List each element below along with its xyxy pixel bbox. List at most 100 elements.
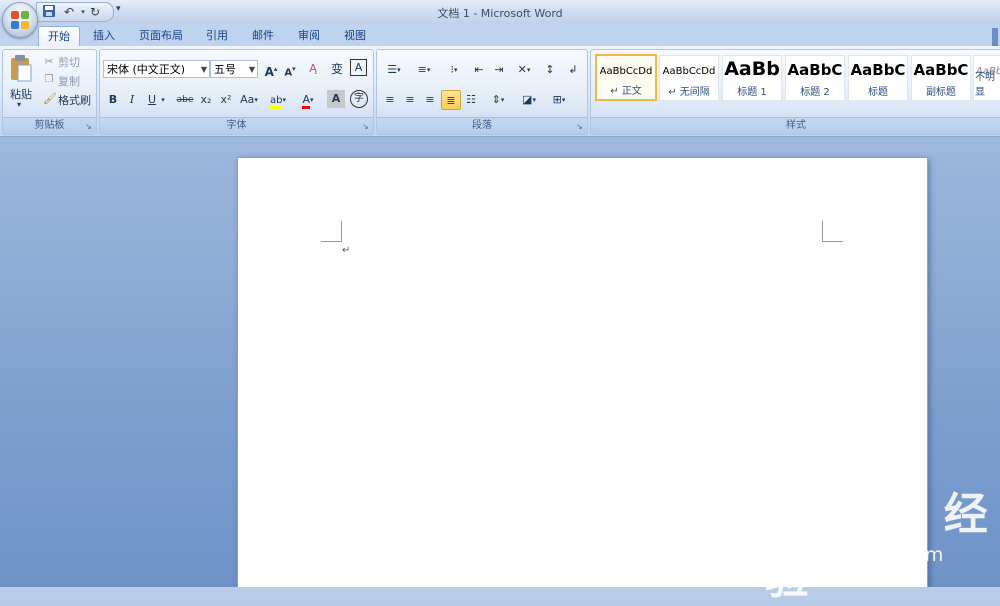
line-spacing-icon[interactable]: ⇕▾ [484,90,512,110]
distributed-icon[interactable]: ☷ [461,90,481,110]
character-shading-button[interactable]: A [327,90,345,108]
margin-corner-top-right [822,221,843,242]
save-icon[interactable] [41,4,57,20]
quick-access-toolbar: ↶ ▾ ↻ [36,2,114,22]
style-heading-2[interactable]: AaBbC 标题 2 [785,55,845,101]
paragraph-mark: ↵ [342,245,351,256]
decrease-indent-icon[interactable]: ⇤ [469,60,489,80]
clear-format-icon[interactable]: Ą [303,59,323,79]
character-shading-label: A [331,92,341,105]
help-button[interactable] [992,28,998,46]
customize-qat-icon[interactable]: ▾ [116,4,121,14]
phonetic-guide-label: 变 [330,62,343,76]
superscript-button[interactable]: x² [216,90,236,110]
borders-icon[interactable]: ⊞▾ [545,90,573,110]
style-sample: AaBbC [913,61,969,79]
sort-icon[interactable]: ↕ [540,60,560,80]
tab-insert[interactable]: 插入 [84,26,124,46]
paragraph-group: ☰▾ ≡▾ ⁝▾ ⇤ ⇥ ✕▾ ↕ ↲ ≡ ≡ ≡ ≣ ☷ ⇕▾ ◪▾ ⊞▾ 段… [376,49,588,135]
paragraph-group-label: 段落 [377,117,587,134]
cut-button[interactable]: 剪切 [58,54,80,70]
multilevel-list-icon[interactable]: ⁝▾ [440,60,468,80]
strikethrough-button[interactable]: abe [173,90,197,110]
margin-corner-top-left [321,221,342,242]
style-sample: AaBb [724,58,780,80]
font-color-label: A [302,93,310,109]
align-left-icon[interactable]: ≡ [380,90,400,110]
enclose-character-label: 字 [354,93,364,104]
italic-label: I [129,93,135,106]
style-heading-1[interactable]: AaBb 标题 1 [722,55,782,101]
font-size-combo[interactable]: 五号 ▼ [210,60,258,78]
style-title[interactable]: AaBbC 标题 [848,55,908,101]
font-name-value: 宋体 (中文正文) [107,63,186,76]
watermark-url: jingyan.baidu.com [768,544,944,566]
tab-view[interactable]: 视图 [335,26,375,46]
grow-font-label: A [264,65,274,79]
tab-review[interactable]: 审阅 [289,26,329,46]
change-case-button[interactable]: Aa▾ [236,90,262,110]
office-logo-icon [11,11,29,29]
justify-icon[interactable]: ≣ [441,90,461,110]
style-sample: AaBbC [850,61,906,79]
shrink-font-label: A [284,67,293,79]
style-subtitle[interactable]: AaBbC 副标题 [911,55,971,101]
shading-icon[interactable]: ◪▾ [515,90,543,110]
bold-button[interactable]: B [103,90,123,110]
style-sample: AaBbC [787,61,843,79]
character-border-button[interactable]: A [350,59,367,76]
tab-home[interactable]: 开始 [38,26,80,46]
align-center-icon[interactable]: ≡ [400,90,420,110]
format-painter-button[interactable]: 格式刷 [58,92,91,108]
style-subtle[interactable]: AaBb 不明显 [973,55,1000,101]
copy-icon: ❐ [44,74,54,85]
office-button[interactable] [2,2,38,38]
style-no-spacing[interactable]: AaBbCcDd ↵ 无间隔 [659,55,719,101]
chinese-layout-icon[interactable]: ✕▾ [510,60,538,80]
underline-dropdown-icon[interactable]: ▾ [158,90,168,110]
paste-dropdown-icon[interactable]: ▾ [17,100,21,109]
ribbon-tabs: 开始 插入 页面布局 引用 邮件 审阅 视图 [0,24,1000,46]
copy-button[interactable]: 复制 [58,73,80,89]
bullets-icon[interactable]: ☰▾ [380,60,408,80]
subscript-label: x₂ [200,93,212,106]
tab-mailings[interactable]: 邮件 [243,26,283,46]
chevron-down-icon: ▼ [248,65,255,74]
character-border-label: A [354,61,363,74]
style-name: 副标题 [926,87,956,98]
style-name: 标题 [868,87,888,98]
style-normal[interactable]: AaBbCcDd ↵ 正文 [595,54,657,101]
phonetic-guide-button[interactable]: 变 [327,59,347,79]
style-sample: AaBbCcDd [599,66,653,77]
format-painter-icon: 🖌 [43,92,57,105]
chevron-down-icon: ▼ [200,65,207,74]
highlight-button[interactable]: ab▾ [264,90,292,110]
dialog-launcher-icon[interactable]: ↘ [576,123,584,131]
italic-button[interactable]: I [122,90,142,110]
grow-font-button[interactable]: A▴ [261,59,281,79]
scissors-icon: ✂ [44,55,54,68]
style-name: 不明显 [975,72,995,98]
style-name: ↵ 正文 [610,86,642,97]
enclose-character-button[interactable]: 字 [350,90,368,108]
superscript-label: x² [220,93,232,106]
font-group-label: 字体 [100,117,373,134]
styles-group-label: 样式 [591,117,1000,134]
dialog-launcher-icon[interactable]: ↘ [362,123,370,131]
numbering-icon[interactable]: ≡▾ [410,60,438,80]
align-right-icon[interactable]: ≡ [420,90,440,110]
tab-page-layout[interactable]: 页面布局 [130,26,192,46]
redo-icon[interactable]: ↻ [87,4,103,20]
style-name: ↵ 无间隔 [668,87,710,98]
tab-references[interactable]: 引用 [197,26,237,46]
dialog-launcher-icon[interactable]: ↘ [85,123,93,131]
shrink-font-button[interactable]: A▾ [280,59,300,79]
window-title: 文档 1 - Microsoft Word [437,7,563,20]
paste-icon[interactable] [9,54,33,84]
font-name-combo[interactable]: 宋体 (中文正文) ▼ [103,60,210,78]
strikethrough-label: abe [176,95,194,105]
font-color-button[interactable]: A▾ [294,90,322,110]
subscript-button[interactable]: x₂ [196,90,216,110]
show-marks-icon[interactable]: ↲ [563,60,583,80]
increase-indent-icon[interactable]: ⇥ [489,60,509,80]
